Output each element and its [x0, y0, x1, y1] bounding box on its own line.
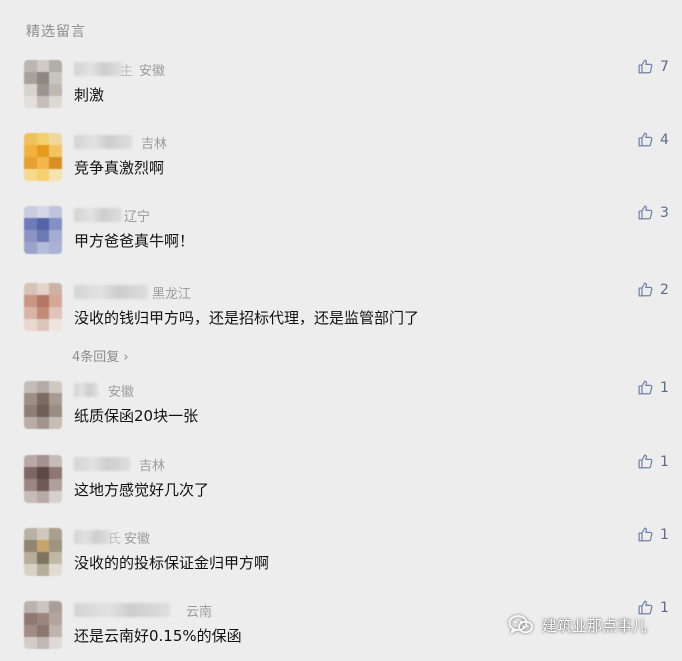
comment-item: 黑龙江 没收的钱归甲方吗，还是招标代理，还是监管部门了 2 4条回复 ›: [0, 281, 682, 365]
comment-text: 刺激: [74, 86, 105, 104]
commenter-name-blurred: [74, 285, 148, 299]
commenter-name-tail: 氏: [108, 532, 122, 547]
commenter-name-blurred: [74, 383, 98, 397]
comment-region: 安徽: [108, 385, 135, 400]
comment-region: 黑龙江: [152, 287, 192, 302]
avatar[interactable]: [24, 381, 62, 429]
like-button[interactable]: 7: [637, 58, 669, 75]
thumbs-up-icon: [638, 132, 653, 147]
comment-item: 主 安徽 刺激 7: [0, 58, 682, 120]
comment-item: 氏 安徽 没收的的投标保证金归甲方啊 1: [0, 526, 682, 588]
account-watermark: 建筑业那点事儿: [508, 614, 647, 636]
replies-label: 4条回复: [72, 350, 120, 365]
comment-item: 吉林 这地方感觉好几次了 1: [0, 453, 682, 515]
like-button[interactable]: 1: [637, 526, 669, 543]
like-button[interactable]: 3: [637, 204, 669, 221]
commenter-name-blurred: [74, 62, 122, 76]
like-count: 1: [660, 599, 669, 616]
avatar[interactable]: [24, 133, 62, 181]
comment-text: 这地方感觉好几次了: [74, 481, 210, 499]
comment-region: 辽宁: [124, 210, 151, 225]
comment-text: 没收的钱归甲方吗，还是招标代理，还是监管部门了: [74, 309, 420, 327]
commenter-name-blurred: [74, 530, 110, 544]
view-replies-link[interactable]: 4条回复 ›: [72, 346, 129, 365]
commenter-name-blurred: [74, 603, 170, 617]
comment-item: 辽宁 甲方爸爸真牛啊！ 3: [0, 204, 682, 266]
like-count: 1: [660, 453, 669, 470]
chevron-right-icon: ›: [119, 350, 129, 365]
thumbs-up-icon: [638, 454, 653, 469]
avatar[interactable]: [24, 455, 62, 503]
thumbs-up-icon: [638, 527, 653, 542]
comment-region: 安徽: [124, 532, 151, 547]
thumbs-up-icon: [638, 59, 653, 74]
wechat-logo-icon: [508, 615, 533, 634]
comment-region: 吉林: [141, 137, 168, 152]
comment-region: 吉林: [139, 459, 166, 474]
comment-text: 纸质保函20块一张: [74, 407, 199, 425]
like-button[interactable]: 2: [637, 281, 669, 298]
avatar[interactable]: [24, 528, 62, 576]
avatar[interactable]: [24, 283, 62, 331]
thumbs-up-icon: [638, 205, 653, 220]
commenter-name-tail: 主: [120, 64, 134, 79]
avatar[interactable]: [24, 601, 62, 649]
like-count: 4: [660, 131, 669, 148]
avatar[interactable]: [24, 206, 62, 254]
comment-text: 甲方爸爸真牛啊！: [74, 232, 195, 250]
like-count: 1: [660, 526, 669, 543]
like-count: 2: [660, 281, 669, 298]
comment-item: 安徽 纸质保函20块一张 1: [0, 379, 682, 441]
thumbs-up-icon: [638, 380, 653, 395]
commenter-name-blurred: [74, 208, 122, 222]
comment-text: 还是云南好0.15%的保函: [74, 627, 242, 645]
section-title: 精选留言: [26, 24, 86, 40]
like-button[interactable]: 1: [637, 379, 669, 396]
comment-text: 竞争真激烈啊: [74, 159, 165, 177]
like-button[interactable]: 1: [637, 453, 669, 470]
like-count: 7: [660, 58, 669, 75]
like-count: 3: [660, 204, 669, 221]
commenter-name-blurred: [74, 457, 130, 471]
watermark-text: 建筑业那点事儿: [542, 616, 648, 635]
comment-region: 安徽: [139, 64, 166, 79]
like-button[interactable]: 4: [637, 131, 669, 148]
commenter-name-blurred: [74, 135, 132, 149]
comment-region: 云南: [186, 605, 213, 620]
thumbs-up-icon: [638, 282, 653, 297]
comment-item: 吉林 竞争真激烈啊 4: [0, 131, 682, 193]
like-count: 1: [660, 379, 669, 396]
avatar[interactable]: [24, 60, 62, 108]
comment-text: 没收的的投标保证金归甲方啊: [74, 554, 270, 572]
